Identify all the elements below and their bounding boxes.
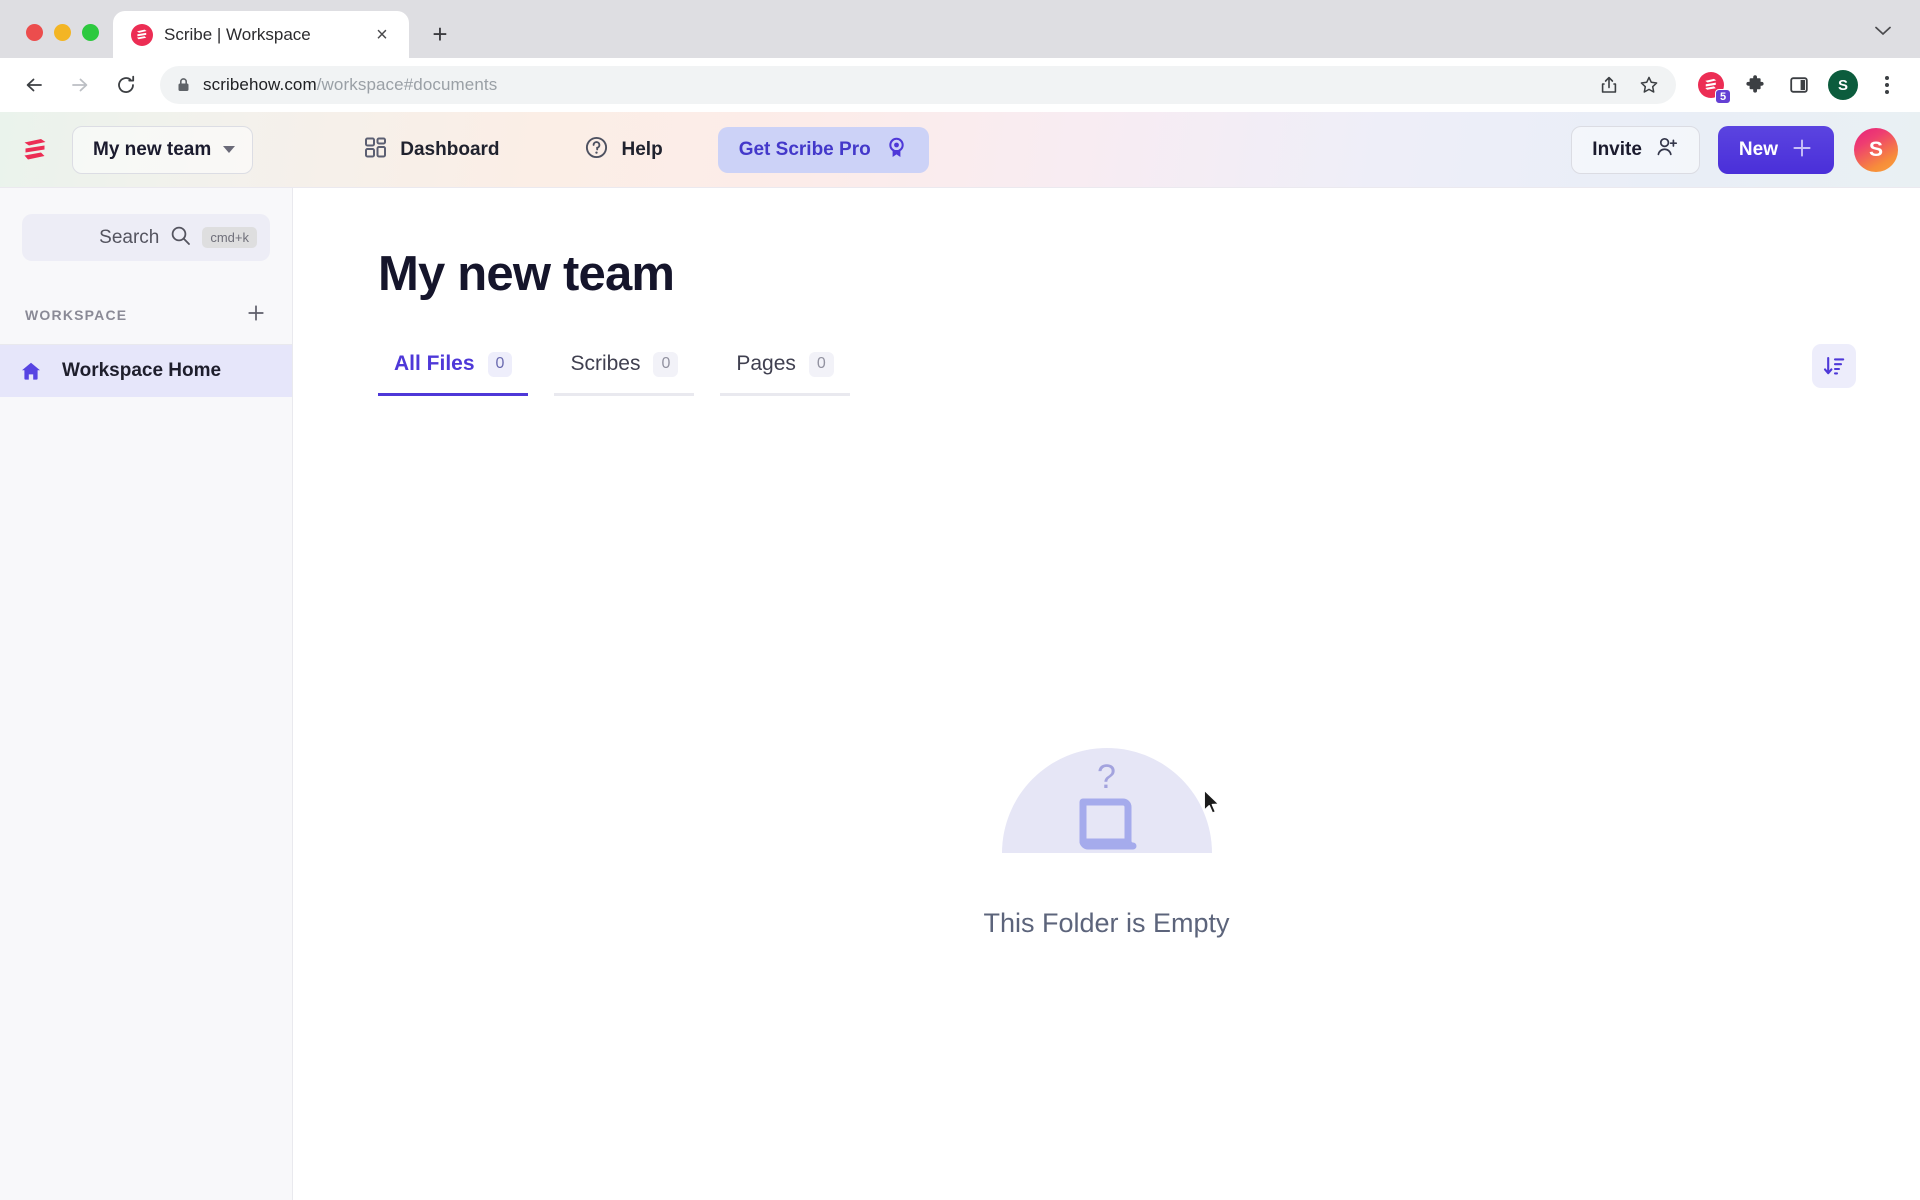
extension-badge-count: 5: [1715, 89, 1731, 104]
window-minimize-button[interactable]: [54, 24, 71, 41]
content-tabs: All Files 0 Scribes 0 Pages 0: [378, 351, 850, 396]
empty-folder-illustration: ?: [1001, 748, 1212, 878]
new-tab-button[interactable]: +: [423, 17, 457, 51]
tab-pages[interactable]: Pages 0: [720, 351, 850, 396]
browser-tabstrip: Scribe | Workspace × +: [0, 0, 1920, 58]
sidebar: Search cmd+k WORKSPACE Workspace Home: [0, 188, 293, 1200]
scribe-logo-icon[interactable]: [18, 133, 52, 167]
address-bar[interactable]: scribehow.com/workspace#documents: [160, 66, 1676, 104]
team-switcher[interactable]: My new team: [72, 125, 254, 174]
empty-state-question-mark: ?: [1097, 758, 1116, 796]
search-icon: [170, 225, 191, 251]
tab-all-files-label: All Files: [394, 352, 475, 376]
search-shortcut-badge: cmd+k: [202, 227, 257, 248]
user-plus-icon: [1655, 135, 1679, 164]
nav-item-dashboard[interactable]: Dashboard: [346, 126, 517, 174]
tab-all-files-count: 0: [487, 351, 513, 377]
invite-button-label: Invite: [1592, 138, 1642, 160]
omnibox-actions: [1590, 66, 1668, 104]
sidebar-item-workspace-home[interactable]: Workspace Home: [0, 345, 292, 397]
tab-pages-label: Pages: [736, 352, 796, 376]
browser-chrome: Scribe | Workspace × + scribehow.com/wor…: [0, 0, 1920, 112]
kebab-dots: [1885, 76, 1889, 94]
header-nav: Dashboard Help: [346, 125, 680, 175]
tab-scribes-count: 0: [653, 351, 679, 377]
tab-list-chevron-down-icon[interactable]: [1866, 14, 1900, 48]
address-bar-host: scribehow.com: [203, 75, 317, 94]
tab-pages-count: 0: [808, 351, 834, 377]
extensions-puzzle-icon[interactable]: [1736, 66, 1774, 104]
browser-toolbar: scribehow.com/workspace#documents 5 S: [0, 58, 1920, 112]
forward-icon[interactable]: [60, 65, 100, 105]
window-close-button[interactable]: [26, 24, 43, 41]
plus-icon: [1791, 137, 1813, 163]
tab-scribes-label: Scribes: [570, 352, 641, 376]
tabs-and-sort-row: All Files 0 Scribes 0 Pages 0: [378, 302, 1856, 396]
folder-icon: [1075, 796, 1139, 863]
award-ribbon-icon: [885, 136, 908, 164]
invite-button[interactable]: Invite: [1571, 125, 1700, 174]
search-input[interactable]: Search cmd+k: [22, 214, 270, 261]
add-workspace-plus-icon[interactable]: [242, 303, 270, 328]
tab-scribes[interactable]: Scribes 0: [554, 351, 695, 396]
get-scribe-pro-button[interactable]: Get Scribe Pro: [717, 126, 929, 173]
browser-tab-title: Scribe | Workspace: [164, 24, 311, 44]
empty-state-title: This Folder is Empty: [983, 908, 1230, 938]
app-header: My new team Dashboard Help Get Scribe Pr…: [0, 112, 1920, 188]
nav-item-help-label: Help: [621, 138, 663, 160]
main-content: My new team All Files 0 Scribes 0 Pages …: [293, 188, 1920, 1200]
grid-icon: [364, 136, 387, 164]
side-panel-icon[interactable]: [1780, 66, 1818, 104]
sidebar-section-workspace: WORKSPACE: [0, 301, 292, 329]
window-traffic-lights: [16, 24, 113, 58]
lock-icon: [176, 77, 191, 93]
browser-tab[interactable]: Scribe | Workspace ×: [113, 11, 409, 58]
address-bar-url: scribehow.com/workspace#documents: [203, 75, 497, 95]
scribe-extension-badge-wrapper: 5: [1698, 72, 1731, 104]
user-avatar[interactable]: S: [1854, 127, 1898, 172]
scribe-favicon-icon: [131, 23, 153, 46]
sidebar-item-workspace-home-label: Workspace Home: [62, 360, 222, 381]
app-body: Search cmd+k WORKSPACE Workspace Home My…: [0, 188, 1920, 1200]
browser-profile-avatar[interactable]: S: [1824, 66, 1862, 104]
address-bar-path: /workspace#documents: [316, 75, 498, 94]
get-scribe-pro-label: Get Scribe Pro: [738, 138, 871, 160]
tab-all-files[interactable]: All Files 0: [378, 351, 529, 396]
empty-state: ? This Folder is Empty: [293, 748, 1920, 939]
share-icon[interactable]: [1590, 66, 1628, 104]
profile-avatar-initial: S: [1828, 70, 1858, 100]
chevron-down-icon: [223, 146, 236, 153]
reload-icon[interactable]: [106, 65, 146, 105]
search-label: Search: [99, 226, 160, 248]
new-button-label: New: [1738, 138, 1778, 160]
nav-item-help[interactable]: Help: [566, 125, 681, 175]
sort-descending-icon[interactable]: [1812, 343, 1856, 388]
nav-item-dashboard-label: Dashboard: [400, 138, 500, 160]
browser-menu-icon[interactable]: [1868, 66, 1906, 104]
sidebar-section-title: WORKSPACE: [25, 307, 128, 323]
tab-close-icon[interactable]: ×: [369, 22, 395, 48]
window-maximize-button[interactable]: [82, 24, 99, 41]
scribe-extension-icon[interactable]: 5: [1692, 66, 1731, 104]
home-icon: [16, 356, 46, 386]
question-circle-icon: [584, 135, 609, 165]
back-icon[interactable]: [14, 65, 54, 105]
page-title: My new team: [378, 247, 675, 301]
new-button[interactable]: New: [1717, 125, 1834, 174]
team-switcher-label: My new team: [93, 138, 212, 160]
bookmark-star-icon[interactable]: [1630, 66, 1668, 104]
